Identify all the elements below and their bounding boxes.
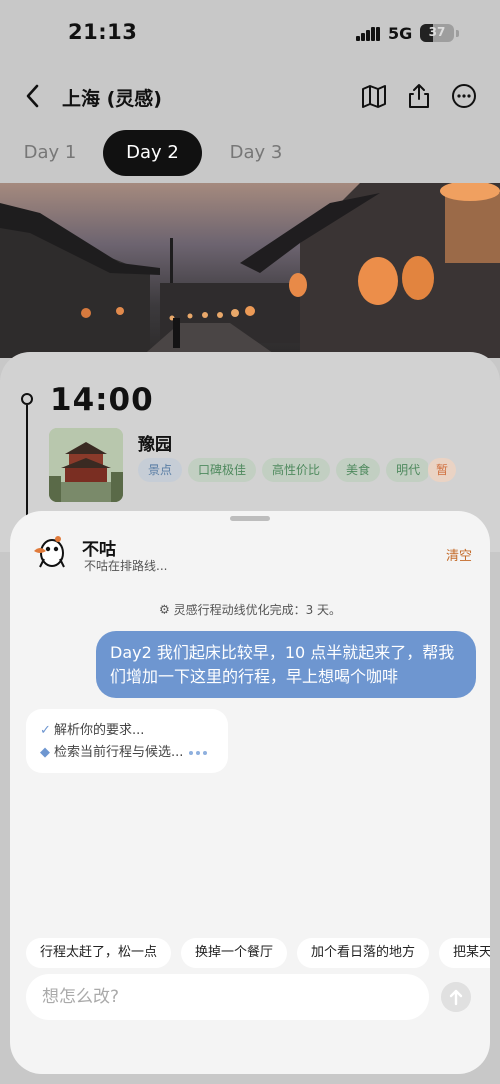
assistant-status: 不咕在排路线... (84, 559, 168, 573)
tag-value: 高性价比 (262, 458, 331, 482)
clear-button[interactable]: 清空 (446, 545, 472, 564)
tag-ming: 明代 (386, 458, 428, 482)
network-type: 5G (388, 24, 413, 43)
tag-food: 美食 (336, 458, 381, 482)
assistant-sheet: 不咕 不咕在排路线... 清空 ⚙ 灵感行程动线优化完成：3 天。 Day2 我… (10, 511, 490, 1074)
tab-day-2[interactable]: Day 2 (103, 130, 202, 176)
system-message-text: 灵感行程动线优化完成：3 天。 (173, 603, 342, 617)
pause-tag[interactable]: 暂 (428, 458, 457, 482)
progress-step-2: ◆ 检索当前行程与候选... (40, 742, 214, 764)
progress-card: ✓ 解析你的要求... ◆ 检索当前行程与候选... (26, 709, 228, 773)
progress-step-1: ✓ 解析你的要求... (40, 720, 214, 742)
back-icon[interactable] (20, 82, 48, 110)
more-icon[interactable] (450, 82, 478, 110)
map-icon[interactable] (360, 82, 388, 110)
poi-thumbnail[interactable] (49, 428, 123, 502)
diamond-icon: ◆ (40, 745, 50, 760)
gear-icon: ⚙ (158, 602, 174, 617)
suggestion-chip[interactable]: 把某天 (439, 938, 490, 968)
tab-day-1[interactable]: Day 1 (14, 130, 86, 176)
suggestion-chip[interactable]: 加个看日落的地方 (297, 938, 430, 968)
user-message-bubble: Day2 我们起床比较早，10 点半就起来了，帮我们增加一下这里的行程，早上想喝… (96, 631, 476, 698)
status-time: 21:13 (68, 20, 138, 44)
avatar (34, 536, 65, 568)
battery-icon: 37 (420, 24, 454, 42)
suggestion-chip[interactable]: 行程太赶了，松一点 (26, 938, 172, 968)
suggestion-chips: 行程太赶了，松一点 换掉一个餐厅 加个看日落的地方 把某天 (26, 938, 490, 968)
system-message: ⚙ 灵感行程动线优化完成：3 天。 (10, 601, 490, 618)
battery-tip (456, 30, 459, 37)
poi-name[interactable]: 豫园 (138, 430, 172, 455)
chat-input[interactable] (26, 974, 429, 1020)
status-bar: 21:13 5G 37 (0, 0, 500, 66)
hero-photo (0, 183, 500, 358)
nav-header: 上海 (灵感) (0, 72, 500, 120)
check-icon: ✓ (40, 723, 51, 738)
poi-tags: 景点 口碑极佳 高性价比 美食 明代 (138, 458, 428, 482)
signal-icon (356, 27, 380, 41)
timeline-time: 14:00 (50, 382, 154, 418)
timeline-dot (21, 393, 33, 405)
loading-dots-icon (189, 742, 210, 764)
page-title: 上海 (灵感) (62, 88, 162, 110)
share-icon[interactable] (405, 82, 433, 110)
battery-percent: 37 (428, 25, 446, 39)
send-icon[interactable] (441, 982, 471, 1012)
progress-step-2-text: 检索当前行程与候选... (54, 745, 184, 760)
suggestion-chip[interactable]: 换掉一个餐厅 (181, 938, 288, 968)
tag-reputation: 口碑极佳 (188, 458, 257, 482)
progress-step-1-text: 解析你的要求... (54, 723, 145, 738)
tag-attraction: 景点 (138, 458, 183, 482)
day-tabs: Day 1 Day 2 Day 3 (0, 130, 500, 176)
tab-day-3[interactable]: Day 3 (220, 130, 292, 176)
sheet-grabber[interactable] (230, 516, 270, 521)
